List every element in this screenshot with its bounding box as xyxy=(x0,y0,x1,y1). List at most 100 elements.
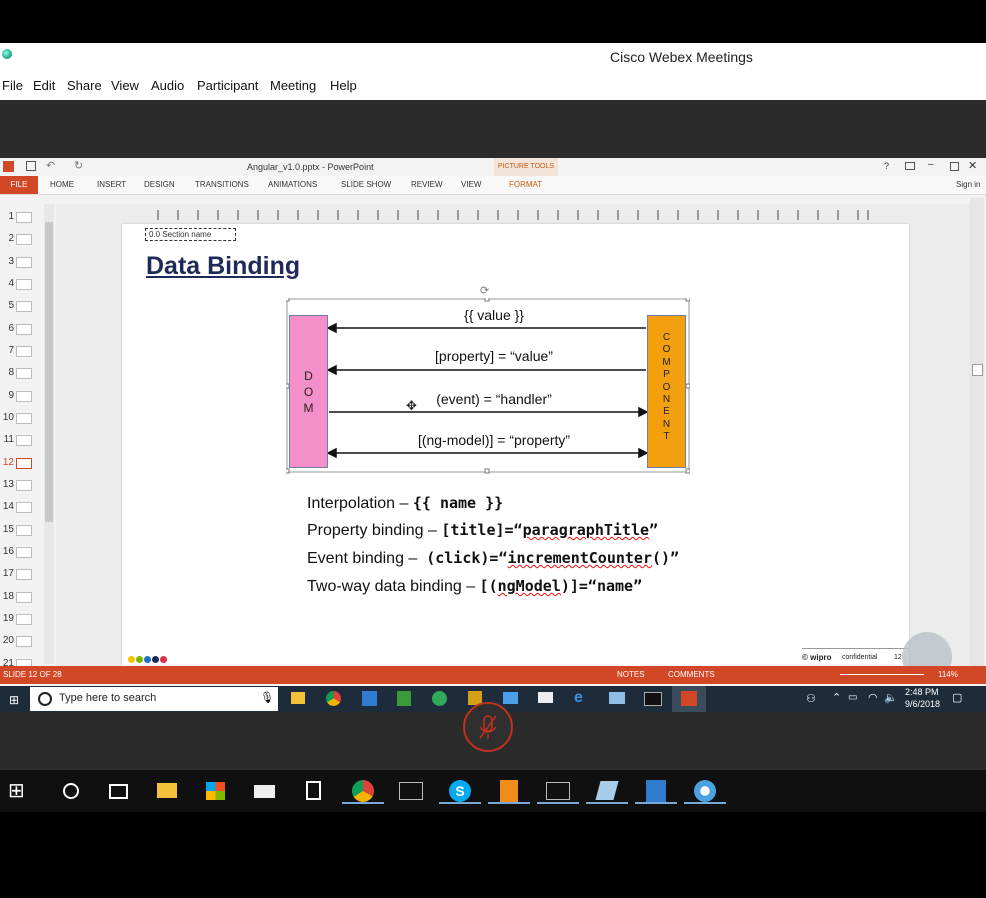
close-icon[interactable]: ✕ xyxy=(968,159,977,172)
minimize-icon[interactable]: – xyxy=(928,159,934,170)
thumbnail-slide[interactable]: 19 xyxy=(0,610,50,630)
thumbnail-slide[interactable]: 5 xyxy=(0,297,50,317)
ribbon-display-icon[interactable] xyxy=(905,162,915,170)
menu-share[interactable]: Share xyxy=(67,78,102,93)
notepadpp-icon[interactable] xyxy=(397,691,411,706)
redo-icon[interactable]: ↻ xyxy=(74,159,83,172)
notification-icon[interactable]: ▢ xyxy=(952,691,962,704)
thumbnail-slide[interactable]: 14 xyxy=(0,498,50,518)
comments-button[interactable]: COMMENTS xyxy=(668,670,715,679)
slide-title[interactable]: Data Binding xyxy=(146,252,300,281)
notes-taskbar-icon[interactable] xyxy=(586,778,628,804)
thumbnail-slide[interactable]: 4 xyxy=(0,275,50,295)
tab-format[interactable]: FORMAT xyxy=(509,180,542,189)
tab-home[interactable]: HOME xyxy=(50,180,74,189)
taskbar-powerpoint-active[interactable] xyxy=(672,686,706,712)
slide-canvas[interactable]: 0.0 Section name Data Binding ⟳ D O M C … xyxy=(122,224,909,666)
thumbnail-slide[interactable]: 13 xyxy=(0,476,50,496)
vscode-icon[interactable] xyxy=(362,691,377,706)
calculator-taskbar-icon[interactable] xyxy=(301,778,327,804)
mail-icon[interactable] xyxy=(538,692,553,703)
people-icon[interactable]: ⚇ xyxy=(806,692,816,705)
start-icon[interactable]: ⊞ xyxy=(9,693,19,707)
menu-help[interactable]: Help xyxy=(330,78,357,93)
tool-icon[interactable] xyxy=(609,692,625,704)
vscode-taskbar-icon[interactable] xyxy=(635,778,677,804)
tab-animations[interactable]: ANIMATIONS xyxy=(268,180,317,189)
thumbnail-slide[interactable]: 8 xyxy=(0,364,50,384)
app-green-icon[interactable] xyxy=(432,691,447,706)
tab-transitions[interactable]: TRANSITIONS xyxy=(195,180,249,189)
mail-taskbar-icon[interactable] xyxy=(252,778,278,804)
windows-start-icon[interactable]: ⊞ xyxy=(8,778,34,804)
tab-design[interactable]: DESIGN xyxy=(144,180,175,189)
thumbnail-slide[interactable]: 2 xyxy=(0,230,50,250)
thumbnail-slide[interactable]: 11 xyxy=(0,431,50,451)
tray-time[interactable]: 2:48 PM xyxy=(905,687,939,697)
maximize-icon[interactable] xyxy=(950,162,959,171)
sign-in-link[interactable]: Sign in xyxy=(956,180,980,189)
chrome-taskbar-icon[interactable] xyxy=(342,778,384,804)
wifi-icon[interactable]: ◠ xyxy=(868,691,878,704)
thumbnail-slide[interactable]: 1 xyxy=(0,208,50,228)
task-view-icon[interactable] xyxy=(105,778,131,804)
sublime-taskbar-icon[interactable] xyxy=(488,778,530,804)
edge-icon[interactable]: e xyxy=(574,689,583,707)
thumbnail-slide[interactable]: 3 xyxy=(0,253,50,273)
zoom-level[interactable]: 114% xyxy=(938,670,958,679)
tab-slide-show[interactable]: SLIDE SHOW xyxy=(341,180,391,189)
binding-list[interactable]: Interpolation – {{ name }} Property bind… xyxy=(307,494,727,614)
thumbnail-scroll-thumb[interactable] xyxy=(45,222,53,522)
tray-date[interactable]: 9/6/2018 xyxy=(905,699,940,709)
taskbar-search-box[interactable]: Type here to search 🎙 xyxy=(30,687,278,711)
menu-participant[interactable]: Participant xyxy=(197,78,258,93)
tab-insert[interactable]: INSERT xyxy=(97,180,126,189)
file-explorer-icon[interactable] xyxy=(291,692,305,704)
thumbnail-slide[interactable]: 17 xyxy=(0,565,50,585)
battery-icon[interactable]: ▭ xyxy=(848,692,857,703)
menu-file[interactable]: File xyxy=(2,78,23,93)
thumbnail-slide[interactable]: 7 xyxy=(0,342,50,362)
terminal2-taskbar-icon[interactable] xyxy=(537,778,579,804)
section-name-box[interactable]: 0.0 Section name xyxy=(145,228,236,241)
thumbnail-slide[interactable]: 21 xyxy=(0,655,50,666)
file-explorer-taskbar-icon[interactable] xyxy=(155,778,181,804)
chrome-icon[interactable] xyxy=(326,691,341,706)
webex-taskbar-icon[interactable] xyxy=(684,778,726,804)
tab-file[interactable]: FILE xyxy=(0,176,38,194)
thumbnail-slide[interactable]: 10 xyxy=(0,409,50,429)
app-blue-icon[interactable] xyxy=(503,692,518,704)
tab-view[interactable]: VIEW xyxy=(461,180,481,189)
thumbnail-scrollbar[interactable] xyxy=(44,204,54,664)
volume-icon[interactable]: 🔈 xyxy=(884,691,898,704)
undo-icon[interactable]: ↶ xyxy=(46,159,55,172)
thumbnail-slide[interactable]: 15 xyxy=(0,521,50,541)
save-icon[interactable] xyxy=(26,161,36,171)
thumbnail-slide[interactable]: 20 xyxy=(0,632,50,652)
notes-button[interactable]: NOTES xyxy=(617,670,645,679)
thumbnail-slide[interactable]: 6 xyxy=(0,320,50,340)
data-binding-diagram[interactable]: ⟳ D O M C O M P O N E N T {{ value }} [p… xyxy=(286,285,690,474)
thumbnail-slide-selected[interactable]: 12 xyxy=(0,454,50,474)
store-taskbar-icon[interactable] xyxy=(203,778,229,804)
thumbnail-slide[interactable]: 18 xyxy=(0,588,50,608)
menu-edit[interactable]: Edit xyxy=(33,78,55,93)
skype-taskbar-icon[interactable]: S xyxy=(439,778,481,804)
terminal-taskbar-icon[interactable] xyxy=(398,778,424,804)
tab-review[interactable]: REVIEW xyxy=(411,180,443,189)
menu-audio[interactable]: Audio xyxy=(151,78,184,93)
microphone-icon[interactable]: 🎙 xyxy=(260,691,274,704)
rotate-handle-icon[interactable]: ⟳ xyxy=(480,284,489,297)
menu-meeting[interactable]: Meeting xyxy=(270,78,316,93)
thumbnail-slide[interactable]: 16 xyxy=(0,543,50,563)
cmd-icon[interactable] xyxy=(644,692,662,706)
cortana-icon[interactable] xyxy=(58,778,84,804)
help-button[interactable]: ? xyxy=(884,161,889,171)
mute-button[interactable] xyxy=(463,702,513,752)
slide-scroll-thumb[interactable] xyxy=(972,364,983,376)
menu-view[interactable]: View xyxy=(111,78,139,93)
zoom-slider[interactable] xyxy=(840,674,924,675)
tray-chevron-icon[interactable]: ⌃ xyxy=(832,691,841,704)
slide-scrollbar[interactable] xyxy=(970,198,984,666)
thumbnail-slide[interactable]: 9 xyxy=(0,387,50,407)
